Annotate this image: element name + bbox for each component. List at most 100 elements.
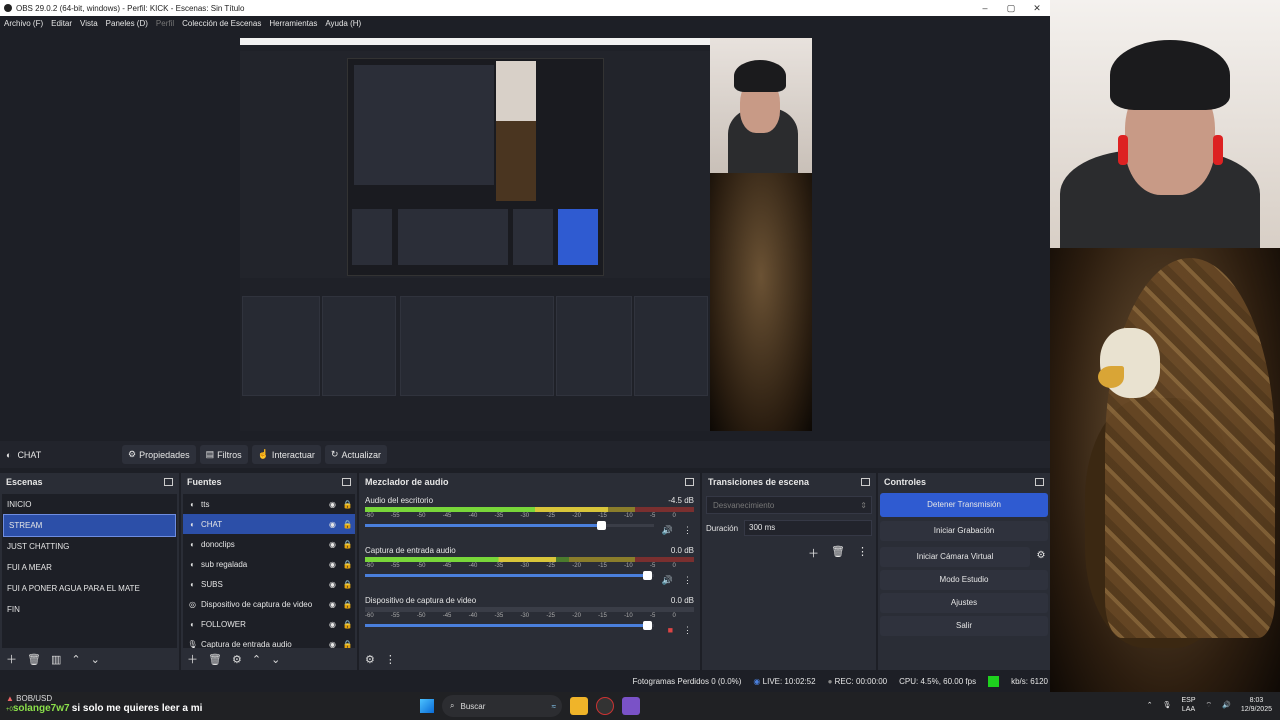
menu-scene-collection[interactable]: Colección de Escenas: [182, 19, 261, 28]
eye-icon[interactable]: ◉: [325, 620, 340, 629]
more-options-icon[interactable]: ⋮: [385, 653, 396, 666]
eye-icon[interactable]: ◉: [325, 560, 340, 569]
lock-icon[interactable]: 🔒: [340, 540, 355, 549]
chevron-up-icon[interactable]: ⌃: [1147, 701, 1153, 709]
more-options-icon[interactable]: ⋮: [683, 625, 692, 636]
current-source-name: CHAT: [17, 449, 42, 460]
menu-docks[interactable]: Paneles (D): [106, 19, 148, 28]
lock-icon[interactable]: 🔒: [340, 560, 355, 569]
start-recording-button[interactable]: Iniciar Grabación: [880, 521, 1048, 541]
browser-icon: ◐: [190, 619, 195, 629]
add-icon[interactable]: ＋: [808, 545, 819, 561]
refresh-button[interactable]: ↻ Actualizar: [324, 445, 387, 464]
lock-icon[interactable]: 🔒: [340, 580, 355, 589]
source-item[interactable]: 🎙 Captura de entrada audio ◉ 🔒: [183, 634, 355, 649]
down-arrow-icon[interactable]: ⌄: [91, 653, 100, 666]
down-arrow-icon[interactable]: ⌄: [271, 653, 280, 666]
speaker-icon[interactable]: 🔊: [662, 575, 673, 586]
virtual-camera-button[interactable]: Iniciar Cámara Virtual: [880, 547, 1030, 567]
filter-icon[interactable]: ▥: [51, 653, 61, 666]
rec-timer: ● REC: 00:00:00: [827, 676, 888, 686]
volume-slider[interactable]: [365, 621, 654, 630]
language-indicator[interactable]: ESP LAA: [1182, 696, 1196, 714]
duration-input[interactable]: 300 ms: [744, 520, 872, 536]
lock-icon[interactable]: 🔒: [340, 640, 355, 649]
menu-tools[interactable]: Herramientas: [269, 19, 317, 28]
lock-icon[interactable]: 🔒: [340, 600, 355, 609]
exit-button[interactable]: Salir: [880, 616, 1048, 636]
gear-icon[interactable]: ⚙: [1032, 550, 1050, 561]
ticker-widget[interactable]: ▲ BOB/USD +0solange7w7 si solo me quiere…: [6, 694, 202, 714]
undock-icon[interactable]: [861, 477, 870, 486]
menu-help[interactable]: Ayuda (H): [325, 19, 361, 28]
lock-icon[interactable]: 🔒: [340, 520, 355, 529]
source-item[interactable]: ◐ SUBS ◉ 🔒: [183, 574, 355, 594]
advanced-audio-icon[interactable]: ⚙: [365, 653, 375, 666]
add-icon[interactable]: ＋: [6, 651, 17, 667]
menu-edit[interactable]: Editar: [51, 19, 72, 28]
filters-button[interactable]: ▤ Filtros: [199, 445, 248, 464]
more-options-icon[interactable]: ⋮: [683, 525, 692, 536]
source-item-selected[interactable]: ◐ CHAT ◉ 🔒: [183, 514, 355, 534]
scene-item[interactable]: FUI A PONER AGUA PARA EL MATE: [2, 578, 177, 599]
speaker-icon[interactable]: 🔊: [662, 525, 673, 536]
source-item[interactable]: ◐ FOLLOWER ◉ 🔒: [183, 614, 355, 634]
scene-item[interactable]: JUST CHATTING: [2, 536, 177, 557]
program-preview[interactable]: [240, 38, 812, 431]
stop-stream-button[interactable]: Detener Transmisión: [880, 493, 1048, 517]
more-options-icon[interactable]: ⋮: [857, 545, 868, 561]
up-arrow-icon[interactable]: ⌃: [71, 653, 80, 666]
lock-icon[interactable]: 🔒: [340, 500, 355, 509]
volume-slider[interactable]: [365, 521, 654, 530]
menu-view[interactable]: Vista: [80, 19, 98, 28]
gear-icon[interactable]: ⚙: [232, 653, 242, 666]
source-item[interactable]: ◐ tts ◉ 🔒: [183, 494, 355, 514]
microphone-icon[interactable]: 🎙: [1163, 701, 1172, 709]
eye-icon[interactable]: ◉: [325, 640, 340, 649]
trash-icon[interactable]: 🗑: [27, 653, 41, 666]
menu-file[interactable]: Archivo (F): [4, 19, 43, 28]
trash-icon[interactable]: 🗑: [831, 545, 845, 561]
lock-icon[interactable]: 🔒: [340, 620, 355, 629]
interact-button[interactable]: ☝ Interactuar: [251, 445, 321, 464]
scene-item-selected[interactable]: STREAM: [3, 514, 176, 537]
eye-icon[interactable]: ◉: [325, 520, 340, 529]
undock-icon[interactable]: [685, 477, 694, 486]
settings-button[interactable]: Ajustes: [880, 593, 1048, 613]
scene-item[interactable]: INICIO: [2, 494, 177, 515]
menu-profile[interactable]: Perfil: [156, 19, 174, 28]
scene-item[interactable]: FIN: [2, 599, 177, 620]
eye-icon[interactable]: ◉: [325, 540, 340, 549]
studio-mode-button[interactable]: Modo Estudio: [880, 570, 1048, 590]
undock-icon[interactable]: [342, 477, 351, 486]
properties-button[interactable]: ⚙ Propiedades: [122, 445, 196, 464]
add-icon[interactable]: ＋: [187, 651, 198, 667]
windows-start-icon[interactable]: [420, 699, 434, 713]
close-button[interactable]: ✕: [1024, 0, 1050, 16]
wifi-icon[interactable]: ⌔: [1206, 701, 1213, 710]
file-explorer-icon[interactable]: [570, 697, 588, 715]
undock-icon[interactable]: [1035, 477, 1044, 486]
taskbar-search[interactable]: ⌕ Buscar ≈: [442, 695, 562, 717]
scene-item[interactable]: FUI A MEAR: [2, 557, 177, 578]
clock[interactable]: 8:03 12/9/2025: [1241, 696, 1272, 714]
up-arrow-icon[interactable]: ⌃: [252, 653, 261, 666]
source-item[interactable]: ◐ donoclips ◉ 🔒: [183, 534, 355, 554]
eye-icon[interactable]: ◉: [325, 500, 340, 509]
transition-type-select[interactable]: Desvanecimiento ⇕: [706, 496, 872, 514]
trash-icon[interactable]: 🗑: [208, 653, 222, 666]
undock-icon[interactable]: [164, 477, 173, 486]
volume-icon[interactable]: 🔊: [1222, 701, 1231, 709]
minimize-button[interactable]: –: [972, 0, 998, 16]
eye-icon[interactable]: ◉: [325, 580, 340, 589]
volume-slider[interactable]: [365, 571, 654, 580]
more-options-icon[interactable]: ⋮: [683, 575, 692, 586]
source-item[interactable]: ◐ sub regalada ◉ 🔒: [183, 554, 355, 574]
eye-icon[interactable]: ◉: [325, 600, 340, 609]
app-icon[interactable]: [622, 697, 640, 715]
obs-app-icon[interactable]: [596, 697, 614, 715]
source-item[interactable]: ◎ Dispositivo de captura de video ◉ 🔒: [183, 594, 355, 614]
scenes-dock: Escenas INICIO STREAM JUST CHATTING FUI …: [0, 473, 179, 670]
maximize-button[interactable]: ▢: [998, 0, 1024, 16]
speaker-muted-icon[interactable]: ■: [668, 625, 673, 636]
